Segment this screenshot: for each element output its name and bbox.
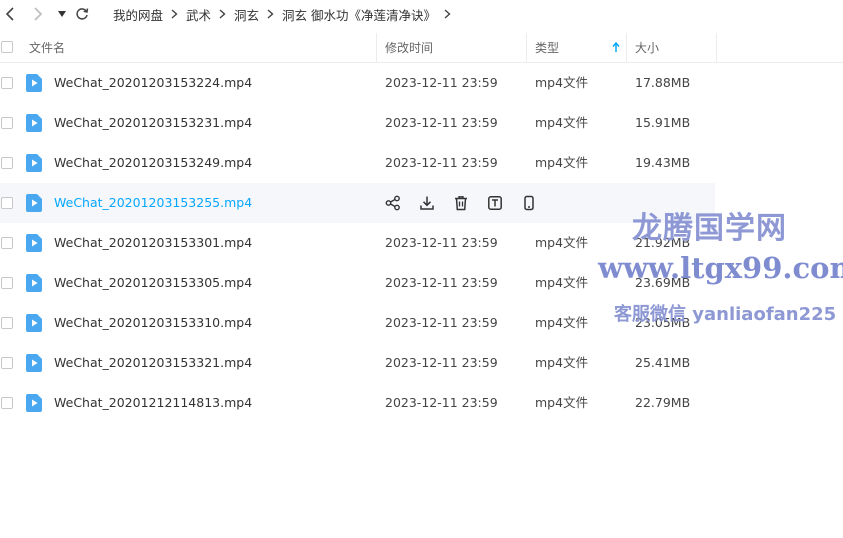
file-name[interactable]: WeChat_20201203153301.mp4	[54, 223, 252, 263]
history-dropdown-button[interactable]	[52, 4, 72, 24]
file-row[interactable]: WeChat_20201212114813.mp4 2023-12-11 23:…	[0, 383, 715, 423]
file-type: mp4文件	[535, 355, 589, 370]
file-modified: 2023-12-11 23:59	[385, 355, 498, 370]
chevron-right-icon	[267, 9, 274, 19]
file-type: mp4文件	[535, 155, 589, 170]
row-checkbox[interactable]	[1, 117, 13, 129]
breadcrumb: 我的网盘 武术 洞玄 洞玄 御水功《净莲清净诀》	[113, 0, 459, 28]
column-header-size[interactable]: 大小	[635, 33, 659, 62]
video-file-icon	[26, 314, 42, 332]
navigation-bar: 我的网盘 武术 洞玄 洞玄 御水功《净莲清净诀》	[0, 0, 843, 28]
video-file-icon	[26, 394, 42, 412]
breadcrumb-item-dongxuan[interactable]: 洞玄	[234, 5, 259, 24]
select-all-checkbox[interactable]	[1, 41, 13, 53]
file-list-header: 文件名 修改时间 类型 大小	[0, 33, 843, 63]
file-size: 19.43MB	[635, 155, 691, 170]
column-divider[interactable]	[376, 33, 377, 62]
video-file-icon	[26, 114, 42, 132]
video-file-icon	[26, 74, 42, 92]
file-size: 15.91MB	[635, 115, 691, 130]
file-modified: 2023-12-11 23:59	[385, 75, 498, 90]
sort-arrow-up-icon[interactable]	[612, 33, 620, 62]
file-name[interactable]: WeChat_20201203153305.mp4	[54, 263, 252, 303]
column-divider[interactable]	[526, 33, 527, 62]
chevron-right-icon	[34, 7, 43, 21]
breadcrumb-item-root[interactable]: 我的网盘	[113, 5, 163, 24]
file-row[interactable]: WeChat_20201203153321.mp4 2023-12-11 23:…	[0, 343, 715, 383]
file-name[interactable]: WeChat_20201203153321.mp4	[54, 343, 252, 383]
row-checkbox[interactable]	[1, 397, 13, 409]
caret-down-icon	[58, 11, 66, 17]
breadcrumb-item-wushu[interactable]: 武术	[186, 5, 211, 24]
file-name[interactable]: WeChat_20201203153255.mp4	[54, 183, 252, 223]
watermark-url: www.ltgx99.com	[598, 251, 843, 285]
row-actions	[384, 194, 538, 212]
file-type: mp4文件	[535, 315, 589, 330]
row-checkbox[interactable]	[1, 277, 13, 289]
breadcrumb-item-current[interactable]: 洞玄 御水功《净莲清净诀》	[282, 5, 436, 24]
file-type: mp4文件	[535, 235, 589, 250]
row-checkbox[interactable]	[1, 197, 13, 209]
refresh-icon	[76, 8, 89, 20]
row-checkbox[interactable]	[1, 357, 13, 369]
back-button[interactable]	[0, 4, 20, 24]
row-checkbox[interactable]	[1, 157, 13, 169]
file-size: 25.41MB	[635, 355, 691, 370]
column-divider[interactable]	[716, 33, 717, 62]
file-row[interactable]: WeChat_20201203153224.mp4 2023-12-11 23:…	[0, 63, 715, 103]
delete-icon	[455, 196, 467, 211]
file-modified: 2023-12-11 23:59	[385, 235, 498, 250]
delete-button[interactable]	[452, 194, 470, 212]
chevron-right-icon	[219, 9, 226, 19]
file-row[interactable]: WeChat_20201203153310.mp4 2023-12-11 23:…	[0, 303, 715, 343]
column-divider[interactable]	[626, 33, 627, 62]
file-type: mp4文件	[535, 395, 589, 410]
video-file-icon	[26, 274, 42, 292]
chevron-right-icon	[171, 9, 178, 19]
file-row[interactable]: WeChat_20201203153231.mp4 2023-12-11 23:…	[0, 103, 715, 143]
column-header-name[interactable]: 文件名	[29, 33, 65, 62]
file-name[interactable]: WeChat_20201203153224.mp4	[54, 63, 252, 103]
chevron-right-icon	[444, 9, 451, 19]
column-header-modified[interactable]: 修改时间	[385, 33, 433, 62]
forward-button[interactable]	[28, 4, 48, 24]
column-header-type[interactable]: 类型	[535, 33, 559, 62]
video-file-icon	[26, 154, 42, 172]
file-modified: 2023-12-11 23:59	[385, 315, 498, 330]
video-file-icon	[26, 234, 42, 252]
file-name[interactable]: WeChat_20201203153231.mp4	[54, 103, 252, 143]
watermark-contact: 客服微信 yanliaofan225	[614, 304, 837, 325]
file-size: 22.79MB	[635, 395, 691, 410]
file-type: mp4文件	[535, 115, 589, 130]
rename-icon	[488, 196, 502, 210]
row-checkbox[interactable]	[1, 317, 13, 329]
file-name[interactable]: WeChat_20201203153249.mp4	[54, 143, 252, 183]
download-icon	[420, 196, 434, 210]
send-to-phone-button[interactable]	[520, 194, 538, 212]
video-file-icon	[26, 194, 42, 212]
share-icon	[385, 195, 400, 211]
file-name[interactable]: WeChat_20201203153310.mp4	[54, 303, 252, 343]
chevron-left-icon	[5, 7, 14, 21]
file-size: 17.88MB	[635, 75, 691, 90]
file-row-hovered[interactable]: WeChat_20201203153255.mp4	[0, 183, 715, 223]
share-button[interactable]	[384, 194, 402, 212]
file-modified: 2023-12-11 23:59	[385, 275, 498, 290]
refresh-button[interactable]	[72, 4, 92, 24]
row-checkbox[interactable]	[1, 77, 13, 89]
file-name[interactable]: WeChat_20201212114813.mp4	[54, 383, 252, 423]
video-file-icon	[26, 354, 42, 372]
rename-button[interactable]	[486, 194, 504, 212]
download-button[interactable]	[418, 194, 436, 212]
file-type: mp4文件	[535, 275, 589, 290]
file-modified: 2023-12-11 23:59	[385, 395, 498, 410]
row-checkbox[interactable]	[1, 237, 13, 249]
file-modified: 2023-12-11 23:59	[385, 155, 498, 170]
watermark-title: 龙腾国学网	[632, 211, 787, 246]
phone-icon	[524, 195, 534, 211]
file-type: mp4文件	[535, 75, 589, 90]
file-row[interactable]: WeChat_20201203153249.mp4 2023-12-11 23:…	[0, 143, 715, 183]
file-modified: 2023-12-11 23:59	[385, 115, 498, 130]
